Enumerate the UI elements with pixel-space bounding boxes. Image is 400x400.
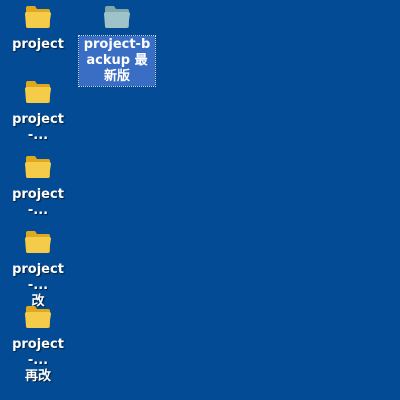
folder-icon	[103, 4, 131, 30]
desktop-icon-project-2[interactable]: project-...	[0, 79, 76, 145]
icon-label: project-...	[12, 112, 64, 143]
folder-icon	[24, 304, 52, 330]
desktop[interactable]: project project-backup 最新版 project-... p…	[0, 0, 400, 400]
folder-icon	[24, 229, 52, 255]
desktop-icon-project-backup[interactable]: project-backup 最新版	[78, 4, 156, 87]
folder-icon	[24, 79, 52, 105]
icon-label: project-... 再改	[12, 337, 64, 384]
icon-label: project-backup 最新版	[78, 35, 156, 87]
desktop-icon-project-3[interactable]: project-...	[0, 154, 76, 220]
icon-label: project	[12, 37, 64, 52]
folder-icon	[24, 4, 52, 30]
desktop-icon-project-4[interactable]: project-... 改	[0, 229, 76, 311]
folder-icon	[24, 154, 52, 180]
icon-label: project-...	[12, 187, 64, 218]
desktop-icon-project-5[interactable]: project-... 再改	[0, 304, 76, 386]
desktop-icon-project[interactable]: project	[0, 4, 76, 54]
